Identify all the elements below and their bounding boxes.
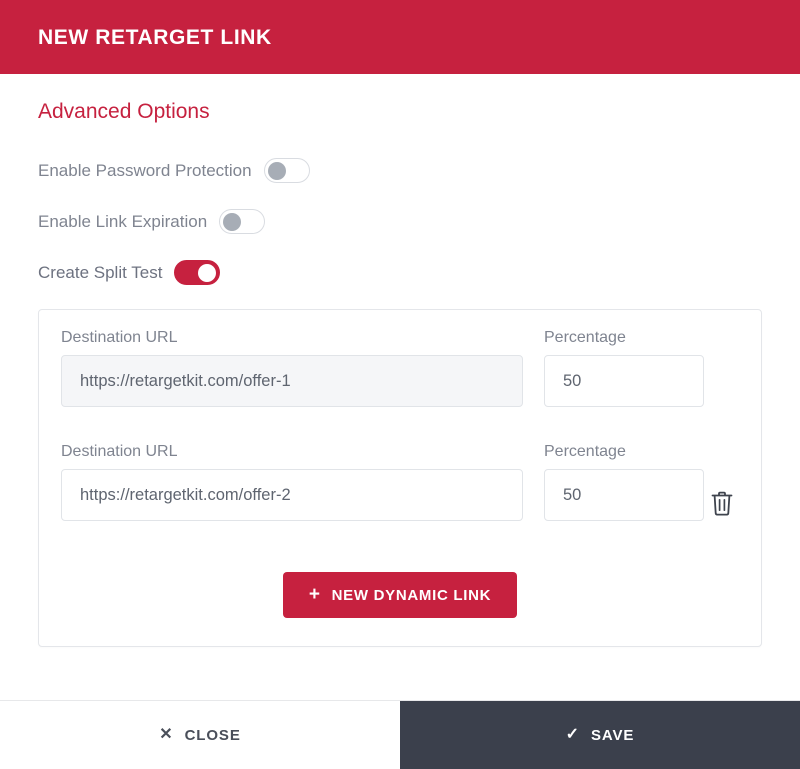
section-heading-advanced-options: Advanced Options <box>38 100 210 123</box>
modal-body: Advanced Options Enable Password Protect… <box>0 74 800 700</box>
destination-url-input-1[interactable] <box>61 355 523 408</box>
toggle-knob <box>267 161 286 180</box>
split-test-panel: Destination URL Percentage Destination U… <box>38 309 762 648</box>
add-dynamic-link-wrap: + NEW DYNAMIC LINK <box>61 572 739 619</box>
check-icon: ✓ <box>565 726 580 743</box>
percentage-input-1[interactable] <box>544 355 704 408</box>
percentage-label: Percentage <box>544 443 626 461</box>
toggle-row-password-protection: Enable Password Protection <box>38 158 762 184</box>
delete-row-button[interactable] <box>711 491 733 516</box>
new-dynamic-link-label: NEW DYNAMIC LINK <box>331 586 492 604</box>
delete-slot-empty <box>704 330 739 430</box>
save-button-label: SAVE <box>590 726 635 744</box>
modal-header: NEW RETARGET LINK <box>0 0 800 74</box>
toggle-row-create-split-test: Create Split Test <box>38 260 762 286</box>
toggle-password-protection[interactable] <box>263 158 310 184</box>
split-test-row: Destination URL Percentage <box>61 444 739 544</box>
toggle-label-password-protection: Enable Password Protection <box>38 161 252 181</box>
toggle-knob <box>223 212 242 231</box>
split-test-row: Destination URL Percentage <box>61 330 739 430</box>
destination-url-input-2[interactable] <box>61 469 523 522</box>
trash-icon <box>711 491 732 516</box>
close-x-icon: ✕ <box>159 726 174 743</box>
toggle-row-link-expiration: Enable Link Expiration <box>38 209 762 235</box>
percentage-label: Percentage <box>544 329 626 347</box>
close-button[interactable]: ✕ CLOSE <box>0 701 400 769</box>
percentage-field-group: Percentage <box>544 443 704 522</box>
save-button[interactable]: ✓ SAVE <box>400 701 800 769</box>
toggle-label-link-expiration: Enable Link Expiration <box>38 212 208 232</box>
percentage-field-group: Percentage <box>544 329 704 408</box>
page-title: NEW RETARGET LINK <box>38 25 272 49</box>
toggle-link-expiration[interactable] <box>219 209 266 235</box>
new-dynamic-link-button[interactable]: + NEW DYNAMIC LINK <box>282 572 518 619</box>
new-retarget-link-modal: NEW RETARGET LINK Advanced Options Enabl… <box>0 0 800 769</box>
destination-url-label: Destination URL <box>61 443 178 461</box>
modal-footer: ✕ CLOSE ✓ SAVE <box>0 700 800 769</box>
toggle-knob <box>198 263 217 282</box>
plus-icon: + <box>308 583 321 605</box>
close-button-label: CLOSE <box>184 726 241 744</box>
toggle-create-split-test[interactable] <box>174 260 221 286</box>
percentage-input-2[interactable] <box>544 469 704 522</box>
destination-url-field-group: Destination URL <box>61 443 523 522</box>
delete-slot <box>704 444 739 544</box>
destination-url-field-group: Destination URL <box>61 329 523 408</box>
destination-url-label: Destination URL <box>61 329 178 347</box>
toggle-label-create-split-test: Create Split Test <box>38 263 163 283</box>
